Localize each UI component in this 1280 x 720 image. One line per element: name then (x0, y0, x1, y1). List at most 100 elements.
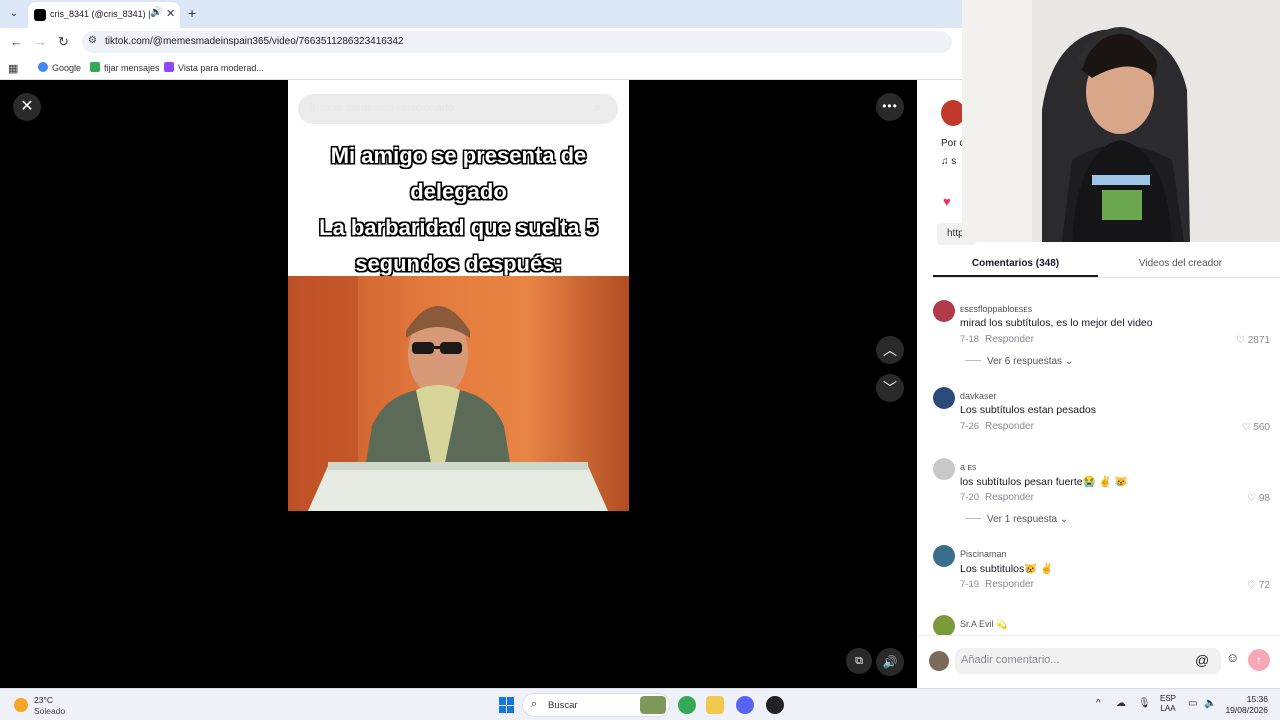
obs-icon[interactable] (766, 696, 784, 714)
tray-chevron-icon[interactable]: ^ (1096, 698, 1101, 709)
tab-creator-videos[interactable]: Videos del creador (1098, 258, 1263, 269)
close-video-button[interactable]: ✕ (13, 93, 41, 121)
bookmark-label: Google (52, 63, 82, 73)
previous-video-button[interactable]: ︿ (876, 336, 904, 364)
comment-username[interactable]: Sr.A Evil 💫 (960, 619, 1007, 630)
comment-username[interactable]: ᴇsᴇsfloppabloᴇsᴇs (960, 304, 1032, 314)
comment-like[interactable]: ♡ 2871 (1236, 335, 1270, 346)
bookmark-label: fijar mensajes (104, 63, 160, 73)
picture-in-picture-button[interactable]: ⧉ (846, 648, 872, 674)
streamer-webcam-image (962, 0, 1280, 242)
comment-avatar[interactable] (933, 300, 955, 322)
caption-line: Mi amigo se presenta de (330, 143, 587, 168)
comment-composer: Añadir comentario... @ ☺ ↑ (917, 635, 1280, 688)
more-options-button[interactable]: ••• (876, 93, 904, 121)
comment-date: 7-19 (960, 579, 980, 590)
system-clock[interactable]: 15:36 19/08/2026 (1222, 694, 1268, 716)
mention-icon[interactable]: @ (1195, 652, 1209, 668)
like-count: 560 (1253, 422, 1270, 433)
view-replies-label: Ver 6 respuestas (987, 356, 1063, 367)
url-field[interactable]: ⚙ tiktok.com/@memesmadeinspain365/video/… (82, 31, 952, 53)
reply-button[interactable]: Responder (985, 334, 1034, 345)
music-label[interactable]: ♫ s (941, 156, 956, 167)
search-icon: ⌕ (531, 698, 538, 710)
sidebar-tabs: Comentarios (348) Videos del creador (933, 256, 1280, 278)
comment-avatar[interactable] (933, 615, 955, 635)
sun-icon[interactable] (14, 698, 28, 712)
reload-icon[interactable]: ↻ (58, 34, 69, 50)
browser-tab-tiktok[interactable]: cris_8341 (@cris_8341) | Tik 🔊 ✕ (28, 2, 180, 28)
microphone-icon[interactable]: 🎙 (1138, 698, 1151, 709)
divider-line (965, 518, 981, 519)
weather-temp[interactable]: 23°C (34, 695, 53, 705)
windows-start-icon[interactable] (499, 697, 515, 713)
comment-date: 7-18 (960, 334, 980, 345)
comment-placeholder: Añadir comentario... (961, 654, 1060, 666)
heart-outline-icon: ♡ (1236, 335, 1248, 346)
comment-like[interactable]: ♡ 98 (1247, 493, 1270, 504)
chevron-down-icon: ⌄ (1059, 514, 1069, 525)
tab-comments[interactable]: Comentarios (348) (933, 258, 1098, 277)
reply-button[interactable]: Responder (985, 421, 1034, 432)
volume-button[interactable]: 🔊 (876, 648, 904, 676)
language-indicator[interactable]: ESP LAA (1160, 694, 1176, 714)
comment-date: 7-20 (960, 492, 980, 503)
video-player[interactable]: Buscar contenido relacionado ⌕ Mi amigo … (288, 80, 629, 511)
view-replies-label: Ver 1 respuesta (987, 514, 1058, 525)
reply-button[interactable]: Responder (985, 579, 1034, 590)
video-frame-image (288, 276, 629, 511)
lang-layout: LAA (1160, 704, 1176, 713)
bookmark-google[interactable]: Google (38, 62, 81, 73)
view-replies-button[interactable]: Ver 6 respuestas ⌄ (965, 356, 1073, 367)
network-tray-icon[interactable]: ☁ (1116, 698, 1126, 709)
screen: ⌄ cris_8341 (@cris_8341) | Tik 🔊 ✕ + ← →… (0, 0, 1280, 720)
next-video-button[interactable]: ﹀ (876, 374, 904, 402)
new-tab-plus-icon[interactable]: + (188, 5, 196, 21)
back-arrow-icon[interactable]: ← (10, 34, 23, 49)
url-text: tiktok.com/@memesmadeinspain365/video/76… (105, 36, 404, 47)
comment-avatar[interactable] (933, 387, 955, 409)
like-count: 98 (1258, 493, 1270, 504)
bookmark-fijar-mensajes[interactable]: fijar mensajes (90, 62, 160, 73)
speaker-icon[interactable]: 🔊 (150, 7, 162, 18)
video-description: Por c (941, 138, 965, 149)
view-replies-button[interactable]: Ver 1 respuesta ⌄ (965, 514, 1068, 525)
discord-icon[interactable] (736, 696, 754, 714)
bookmark-vista-moderador[interactable]: Vista para moderad... (164, 62, 264, 73)
lang-code: ESP (1160, 694, 1177, 703)
user-avatar[interactable] (929, 651, 949, 671)
speaker-icon[interactable]: 🔈 (1204, 698, 1216, 709)
search-highlight-icon[interactable] (640, 696, 666, 714)
file-explorer-icon[interactable] (706, 696, 724, 714)
comment-like[interactable]: ♡ 72 (1247, 580, 1270, 591)
heart-outline-icon: ♡ (1247, 580, 1259, 591)
windows-taskbar: 23°C Soleado ⌕ Buscar ^ ☁ 🎙 ESP LAA ▭ 🔈 … (0, 688, 1280, 720)
address-bar-row: ← → ↻ ⚙ tiktok.com/@memesmadeinspain365/… (0, 28, 962, 56)
wifi-icon[interactable]: ▭ (1188, 698, 1197, 709)
comment-avatar[interactable] (933, 458, 955, 480)
forward-arrow-icon[interactable]: → (34, 34, 47, 49)
tab-list-chevron-icon[interactable]: ⌄ (6, 6, 22, 22)
reply-button[interactable]: Responder (985, 492, 1034, 503)
tab-close-icon[interactable]: ✕ (166, 7, 175, 20)
send-arrow-icon[interactable]: ↑ (1248, 649, 1270, 671)
apps-grid-icon[interactable]: ▦ (8, 62, 18, 75)
comment-like[interactable]: ♡ 560 (1242, 422, 1270, 433)
heart-icon[interactable]: ♥ (943, 194, 951, 209)
weather-desc[interactable]: Soleado (34, 706, 65, 716)
site-info-icon[interactable]: ⚙ (88, 35, 97, 46)
comment-avatar[interactable] (933, 545, 955, 567)
comment-username[interactable]: davkaser (960, 391, 997, 401)
video-stage: ✕ ••• ︿ ﹀ ⧉ 🔊 Buscar contenido relaciona… (0, 80, 917, 688)
search-icon[interactable]: ⌕ (594, 100, 601, 115)
emoji-icon[interactable]: ☺ (1226, 650, 1239, 665)
comment-username[interactable]: a ᴇs (960, 462, 976, 472)
browser-tabbar: ⌄ cris_8341 (@cris_8341) | Tik 🔊 ✕ + (0, 0, 962, 28)
like-count: 2871 (1247, 335, 1270, 346)
chrome-icon[interactable] (678, 696, 696, 714)
comment-username[interactable]: Piscinaman (960, 549, 1007, 559)
heart-outline-icon: ♡ (1241, 422, 1254, 433)
comment-input[interactable]: Añadir comentario... @ (955, 648, 1221, 674)
tiktok-favicon-icon (34, 9, 46, 21)
related-search-input[interactable]: Buscar contenido relacionado ⌕ (298, 94, 618, 124)
